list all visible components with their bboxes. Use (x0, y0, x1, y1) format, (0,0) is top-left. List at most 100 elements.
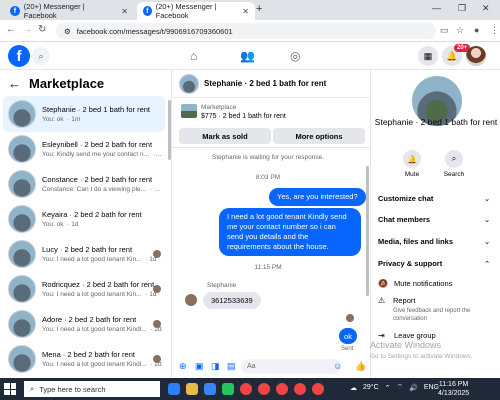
close-tab-icon[interactable]: ✕ (242, 7, 249, 16)
listing-price[interactable]: $775 · 2 bed 1 bath for rent (201, 113, 286, 120)
chrome-icon[interactable] (276, 383, 288, 395)
listing-thumbnail (8, 275, 36, 303)
install-app-icon[interactable]: ▭ (440, 25, 449, 36)
seen-avatar (153, 320, 161, 328)
windows-start-icon[interactable] (4, 383, 16, 395)
conversation-item[interactable]: Keyaira · 2 bed 2 bath for rent You: ok ·… (3, 201, 165, 237)
tab-title: (20+) Messenger | Facebook (23, 2, 85, 20)
weather-icon[interactable]: ☁ (350, 384, 357, 392)
outgoing-message[interactable]: I need a lot good tenant Kindly send me … (219, 208, 361, 256)
timestamp: 8:03 PM (255, 174, 281, 181)
sender-avatar[interactable] (185, 294, 197, 306)
minimize-icon[interactable]: — (432, 3, 441, 13)
sticker-icon[interactable]: ◨ (211, 361, 220, 372)
reload-icon[interactable]: ↻ (38, 24, 46, 35)
media-files-row[interactable]: Media, files and links ⌄ (378, 237, 490, 246)
app-icon[interactable] (222, 383, 234, 395)
customize-chat-row[interactable]: Customize chat ⌄ (378, 194, 490, 203)
watermark-subtitle: Go to Settings to activate Windows. (370, 353, 473, 360)
preview-text: You: I need a lot good tenant Kindl... (42, 361, 147, 368)
restore-icon[interactable]: ❐ (458, 3, 466, 14)
conversation-item[interactable]: Stephanie · 2 bed 1 bath for rent You: ok… (3, 96, 165, 132)
tray-arrow-icon[interactable]: ⌃ (385, 384, 391, 392)
menu-grid-icon[interactable]: ▦ (418, 46, 438, 66)
forward-icon[interactable]: → (22, 24, 32, 35)
conversation-item[interactable]: Constance · 2 bed 2 bath for rent Constan… (3, 166, 165, 202)
conversation-title: Mena · 2 bed 2 bath for rent (42, 350, 135, 359)
file-explorer-icon[interactable] (186, 383, 198, 395)
privacy-support-row[interactable]: Privacy & support ⌃ (378, 259, 490, 268)
incoming-message[interactable]: 3612533639 (203, 292, 261, 309)
volume-icon[interactable]: 🔊 (409, 384, 418, 392)
leave-group-item[interactable]: ⇥ Leave group (378, 331, 494, 340)
clock[interactable]: 11:16 PM 4/13/2025 (438, 380, 469, 398)
conversation-item[interactable]: Adore · 2 bed 2 bath for rent You: I need… (3, 306, 165, 342)
temperature[interactable]: 29°C (363, 384, 379, 391)
conversation-preview: You: Kindly send me your contact n... · … (42, 151, 162, 158)
conversation-item[interactable]: Esleynibell · 2 bed 2 bath for rent You: … (3, 131, 165, 167)
search-button[interactable]: ⌕ Search (434, 150, 474, 178)
conversation-item[interactable]: Rodricquez · 2 bed 2 bath for rent You: I… (3, 271, 165, 307)
listing-thumbnail (8, 240, 36, 268)
friends-icon[interactable]: 👥 (240, 49, 255, 63)
report-item[interactable]: ⚠ Report Give feedback and report the co… (378, 296, 494, 323)
emoji-icon[interactable]: ☺ (333, 361, 342, 371)
conversation-item[interactable]: Mena · 2 bed 2 bath for rent You: I need … (3, 341, 165, 377)
new-tab-icon[interactable]: + (256, 3, 262, 15)
outgoing-message[interactable]: Yes, are you interested? (269, 188, 366, 206)
conversation-preview: You: I need a lot good tenant Kin... · 1… (42, 256, 162, 263)
close-window-icon[interactable]: ✕ (482, 3, 490, 14)
search-label: Search (443, 171, 465, 178)
language-indicator[interactable]: ENG (424, 384, 439, 391)
chrome-icon[interactable] (258, 383, 270, 395)
browser-tab-bar: f (20+) Messenger | Facebook ✕ f (20+) M… (0, 0, 500, 20)
system-tray: ☁ 29°C ⌃ ⌔ 🔊 ENG (350, 383, 439, 392)
search-icon[interactable]: ⌕ (32, 47, 50, 65)
home-icon[interactable]: ⌂ (190, 49, 197, 63)
conversation-item[interactable]: Lucy · 2 bed 2 bath for rent You: I need … (3, 236, 165, 272)
chevron-down-icon: ⌄ (484, 216, 490, 224)
taskbar-search[interactable]: ⌕ Type here to search (24, 381, 160, 397)
image-icon[interactable]: ▣ (195, 361, 204, 372)
like-icon[interactable]: 👍 (355, 361, 366, 372)
groups-icon[interactable]: ◎ (290, 49, 300, 63)
back-arrow-icon[interactable]: ← (8, 76, 21, 91)
bookmark-star-icon[interactable]: ☆ (456, 25, 464, 36)
browser-tab-active[interactable]: f (20+) Messenger | Facebook ✕ (137, 2, 255, 20)
mark-as-sold-button[interactable]: Mark as sold (179, 128, 271, 144)
mute-button[interactable]: 🔔 Mute (392, 150, 432, 178)
more-options-button[interactable]: More options (273, 128, 365, 144)
mute-notifications-item[interactable]: 🔕 Mute notifications (378, 279, 494, 288)
chat-title[interactable]: Stephanie · 2 bed 1 bath for rent (204, 79, 326, 88)
conversation-title: Keyaira · 2 bed 2 bath for rent (42, 210, 142, 219)
site-info-icon[interactable]: ⚙ (64, 27, 71, 36)
chat-members-row[interactable]: Chat members ⌄ (378, 215, 490, 224)
menu-dots-icon[interactable]: ⋮ (490, 25, 499, 36)
edge-icon[interactable] (168, 383, 180, 395)
scrollbar[interactable] (168, 100, 171, 160)
message-input[interactable]: Aa (241, 359, 341, 374)
preview-time: · 3h (152, 151, 162, 158)
facebook-logo[interactable]: f (8, 45, 30, 67)
sender-name: Stephanie (207, 282, 237, 289)
browser-tab[interactable]: f (20+) Messenger | Facebook ✕ (4, 2, 134, 20)
scrollbar[interactable] (366, 166, 369, 296)
listing-thumbnail[interactable] (181, 104, 197, 118)
plus-icon[interactable]: ⊕ (179, 361, 187, 372)
url-field[interactable]: ⚙ facebook.com/messages/t/99069167093606… (56, 23, 436, 39)
details-title: Stephanie · 2 bed 1 bath for rent (374, 117, 498, 127)
gif-icon[interactable]: ▤ (227, 361, 236, 372)
chat-avatar[interactable] (179, 73, 199, 94)
conversation-text: Esleynibell · 2 bed 2 bath for rent You: … (42, 140, 162, 158)
network-icon[interactable]: ⌔ (397, 383, 404, 392)
item-sublabel: Give feedback and report the conversatio… (392, 308, 471, 322)
store-icon[interactable] (204, 383, 216, 395)
chrome-icon[interactable] (294, 383, 306, 395)
profile-icon[interactable]: ● (474, 25, 479, 35)
chrome-icon[interactable] (240, 383, 252, 395)
outgoing-message[interactable]: ok (339, 328, 357, 344)
back-icon[interactable]: ← (6, 24, 16, 35)
chrome-icon[interactable] (312, 383, 324, 395)
close-tab-icon[interactable]: ✕ (121, 7, 128, 16)
account-avatar[interactable] (466, 46, 486, 66)
